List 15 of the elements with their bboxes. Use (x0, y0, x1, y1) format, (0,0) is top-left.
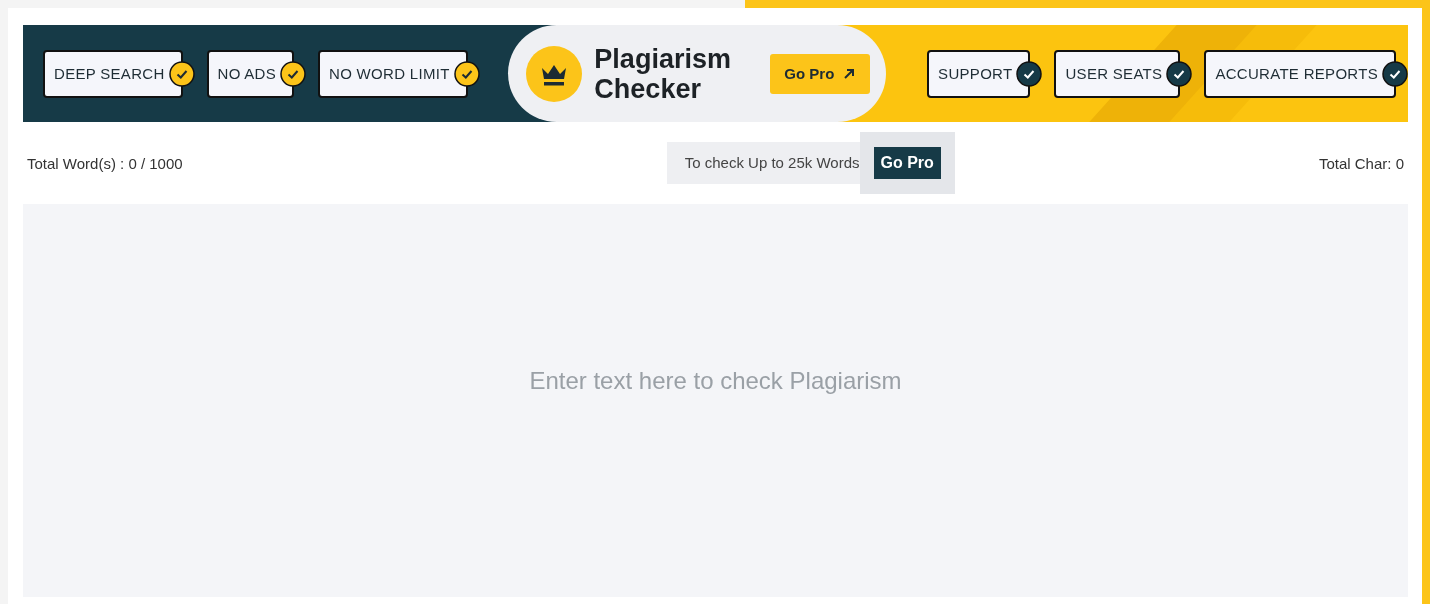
crown-icon (526, 45, 583, 102)
go-pro-button[interactable]: Go Pro (770, 53, 871, 94)
text-input-field[interactable]: Enter text here to check Plagiarism (23, 204, 1408, 597)
word-count: Total Word(s) : 0 / 1000 (27, 154, 183, 172)
feature-label: USER SEATS (1065, 65, 1163, 82)
promo-text: To check Up to 25k Words (666, 142, 860, 184)
feature-label: NO WORD LIMIT (329, 65, 450, 82)
arrow-icon (842, 66, 857, 81)
feature-label: DEEP SEARCH (54, 65, 165, 82)
char-count: Total Char: 0 (1318, 154, 1404, 172)
app-title: Plagiarism Checker (594, 43, 732, 104)
feature-label: NO ADS (217, 65, 277, 82)
go-pro-button[interactable]: Go Pro (873, 147, 941, 179)
feature-label: SUPPORT (938, 65, 1013, 82)
feature-label: ACCURATE REPORTS (1215, 65, 1378, 82)
